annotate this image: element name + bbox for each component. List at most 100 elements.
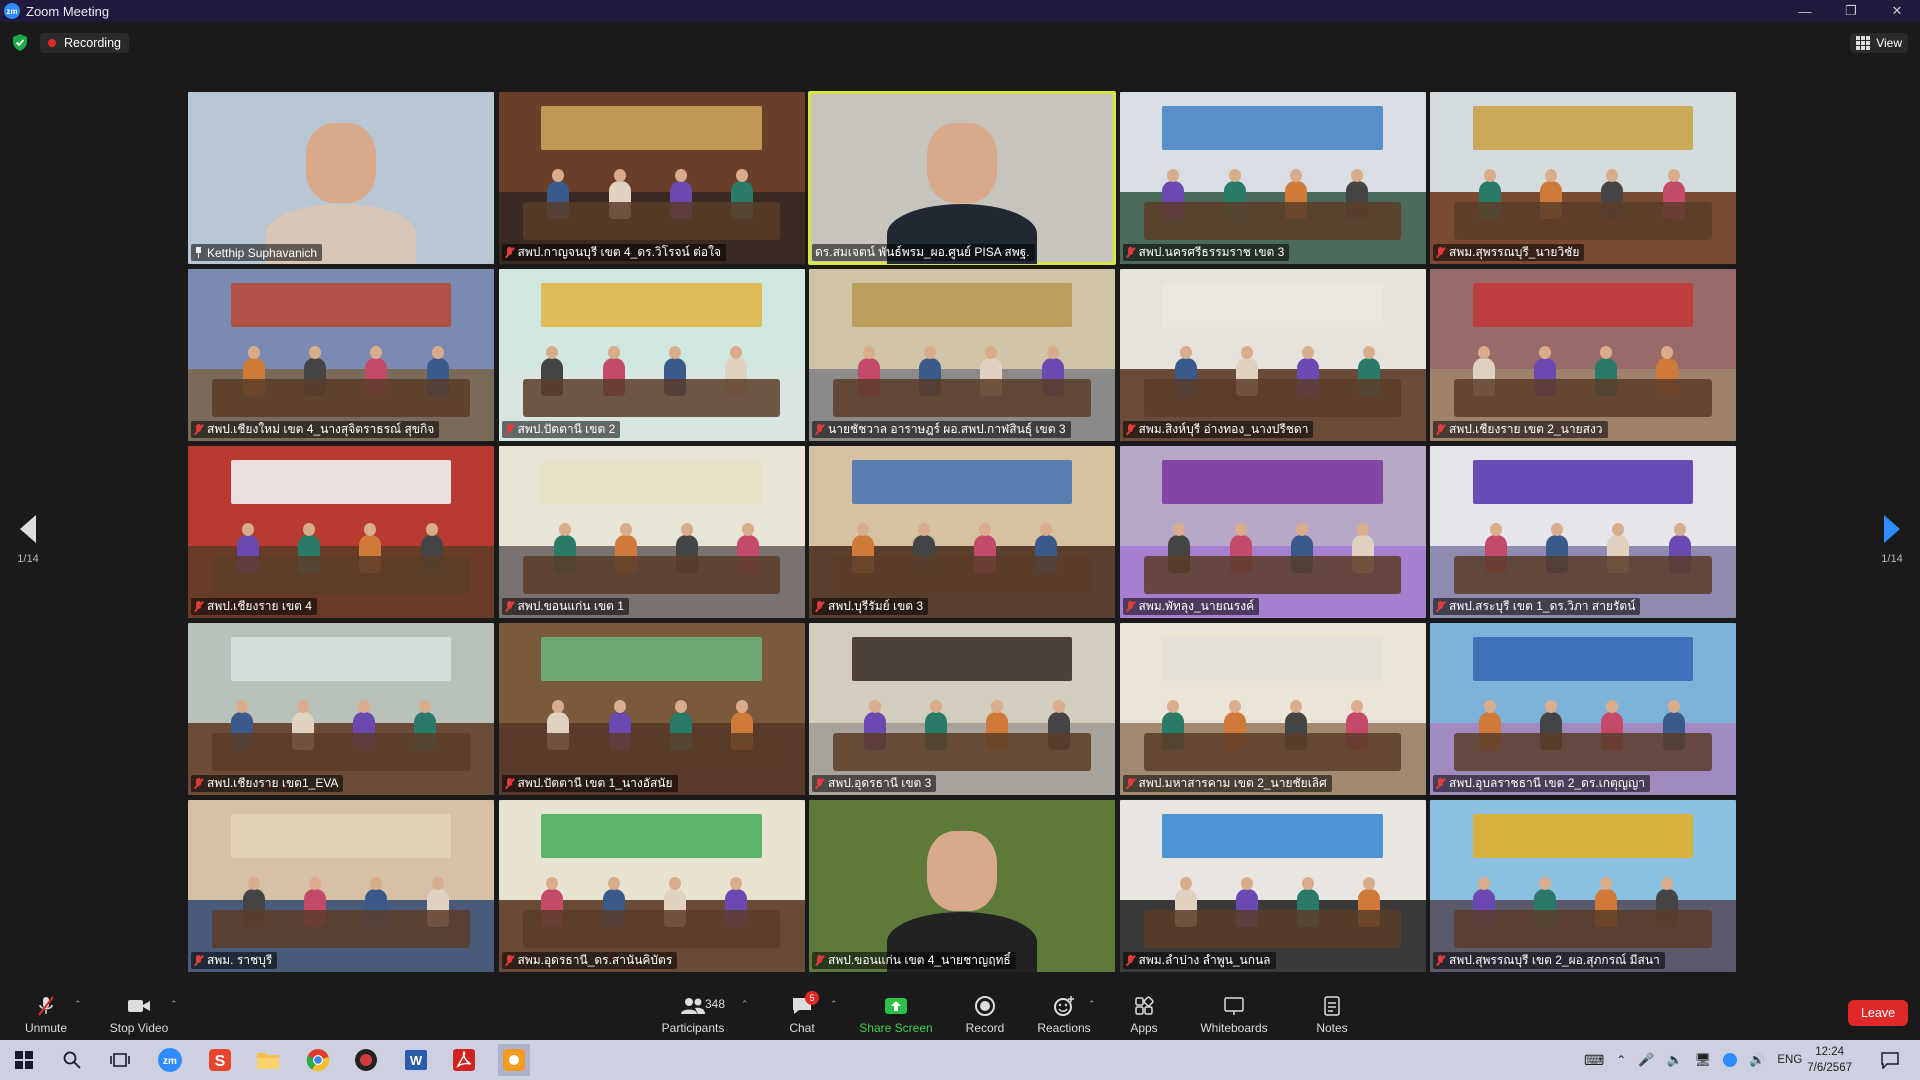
view-button[interactable]: View <box>1850 33 1908 53</box>
participant-name: สพม.ลำปาง ลำพูน_นกนล <box>1138 953 1271 967</box>
participants-caret-icon[interactable]: ⌃ <box>741 999 749 1010</box>
mic-muted-icon <box>1436 247 1445 258</box>
participant-video-tile[interactable]: ดร.สมเจตน์ พันธ์พรม_ผอ.ศูนย์ PISA สพฐ. <box>808 91 1116 265</box>
minimize-icon[interactable]: — <box>1782 0 1828 22</box>
browser-app-icon[interactable] <box>352 1046 380 1074</box>
participant-video-tile[interactable]: Ketthip Suphavanich <box>188 92 494 264</box>
participant-video-tile[interactable]: สพป.เชียงใหม่ เขต 4_นางสุจิตราธรณ์ สุขกิ… <box>188 269 494 441</box>
mic-muted-icon <box>194 778 203 789</box>
room-banner <box>541 813 762 859</box>
room-banner <box>1162 636 1383 682</box>
notifications-icon[interactable] <box>1876 1046 1904 1074</box>
participant-video-tile[interactable]: สพป.สระบุรี เขต 1_ดร.วิภา สายรัตน์ <box>1430 446 1736 618</box>
audio-options-caret-icon[interactable]: ⌃ <box>74 999 82 1010</box>
participant-name-label: สพม.พัทลุง_นายณรงค์ <box>1122 598 1260 615</box>
participant-video-tile[interactable]: สพป.มหาสารคาม เขต 2_นายชัยเลิศ <box>1119 623 1426 795</box>
meeting-table <box>522 202 781 240</box>
leave-button[interactable]: Leave <box>1848 1000 1908 1026</box>
system-clock[interactable]: 12:24 7/6/2567 <box>1807 1044 1852 1076</box>
room-banner <box>1162 813 1383 859</box>
participants-label: Participants <box>661 1021 725 1035</box>
close-icon[interactable]: ✕ <box>1874 0 1920 22</box>
meeting-table <box>1454 202 1712 240</box>
tray-chevron-icon[interactable]: ⌃ <box>1616 1053 1626 1067</box>
previous-page-button[interactable]: 1/14 <box>8 515 48 565</box>
meeting-table <box>833 733 1091 771</box>
notes-button[interactable]: Notes <box>1314 993 1350 1035</box>
meeting-table <box>1143 910 1402 948</box>
participant-video-tile[interactable]: สพม. ราชบุรี <box>188 800 494 972</box>
app-s-taskbar-icon[interactable]: S <box>206 1046 234 1074</box>
restore-icon[interactable]: ❐ <box>1828 0 1874 22</box>
participant-video-tile[interactable]: สพป.นครศรีธรรมราช เขต 3 <box>1119 92 1426 264</box>
participant-name-label: นายชัชวาล อาราษฎร์ ผอ.สพป.กาฬสินธุ์ เขต … <box>812 421 1071 438</box>
clock-time: 12:24 <box>1815 1046 1844 1058</box>
file-explorer-icon[interactable] <box>254 1046 282 1074</box>
participant-video-tile[interactable]: สพป.สุพรรณบุรี เขต 2_ผอ.สุภกรณ์ มีสนา <box>1430 800 1736 972</box>
participants-button[interactable]: 348 Participants <box>660 993 726 1035</box>
unmute-button[interactable]: Unmute <box>20 993 72 1035</box>
participant-video-tile[interactable]: สพป.เชียงราย เขต 2_นายสงว <box>1430 269 1736 441</box>
participant-video-tile[interactable]: สพป.ขอนแก่น เขต 4_นายชาญฤทธิ์ <box>809 800 1115 972</box>
word-icon[interactable]: W <box>402 1046 430 1074</box>
meeting-table <box>522 379 781 417</box>
participant-name: สพป.ขอนแก่น เขต 4_นายชาญฤทธิ์ <box>828 953 1011 967</box>
svg-text:zm: zm <box>163 1056 177 1067</box>
acrobat-icon[interactable] <box>450 1046 478 1074</box>
participant-video-tile[interactable]: สพม.สุพรรณบุรี_นายวิชัย <box>1430 92 1736 264</box>
next-page-button[interactable]: 1/14 <box>1872 515 1912 565</box>
apps-button[interactable]: Apps <box>1128 993 1160 1035</box>
participant-video-tile[interactable]: สพป.อุบลราชธานี เขต 2_ดร.เกตุญญา <box>1430 623 1736 795</box>
participant-video-tile[interactable]: สพป.บุรีรัมย์ เขต 3 <box>809 446 1115 618</box>
encryption-shield-icon[interactable] <box>12 34 28 51</box>
speaker-tray-icon[interactable]: 🔈 <box>1666 1052 1682 1068</box>
zoom-tray-icon[interactable] <box>1723 1053 1738 1067</box>
participant-video-tile[interactable]: สพป.เชียงราย เขต1_EVA <box>188 623 494 795</box>
participant-video-tile[interactable]: สพป.ปัตตานี เขต 2 <box>498 269 805 441</box>
participant-video-tile[interactable]: สพป.ปัตตานี เขต 1_นางอัสนัย <box>498 623 805 795</box>
participant-name: สพป.เชียงราย เขต 4 <box>207 599 312 613</box>
participant-video-tile[interactable]: สพม.ลำปาง ลำพูน_นกนล <box>1119 800 1426 972</box>
participant-name-label: สพป.สุพรรณบุรี เขต 2_ผอ.สุภกรณ์ มีสนา <box>1433 952 1665 969</box>
zoom-taskbar-icon[interactable]: zm <box>156 1046 184 1074</box>
video-options-caret-icon[interactable]: ⌃ <box>170 999 178 1010</box>
participant-video-tile[interactable]: สพป.อุดรธานี เขต 3 <box>809 623 1115 795</box>
record-button[interactable]: Record <box>960 993 1010 1035</box>
microphone-tray-icon[interactable]: 🎤 <box>1638 1052 1654 1068</box>
participant-video-tile[interactable]: นายชัชวาล อาราษฎร์ ผอ.สพป.กาฬสินธุ์ เขต … <box>809 269 1115 441</box>
participant-video-tile[interactable]: สพม.สิงห์บุรี อ่างทอง_นางปรีชดา <box>1119 269 1426 441</box>
recording-indicator[interactable]: Recording <box>40 33 129 53</box>
participant-name-label: สพป.ขอนแก่น เขต 4_นายชาญฤทธิ์ <box>812 952 1016 969</box>
video-camera-icon <box>125 995 153 1017</box>
room-banner <box>230 636 452 682</box>
search-icon[interactable] <box>58 1046 86 1074</box>
chrome-icon[interactable] <box>304 1046 332 1074</box>
language-indicator[interactable]: ENG <box>1777 1054 1802 1066</box>
mic-muted-icon <box>194 955 203 966</box>
orange-app-icon[interactable] <box>498 1044 530 1076</box>
mic-muted-icon <box>1126 601 1135 612</box>
network-tray-icon[interactable]: 🖥 <box>1695 1052 1712 1068</box>
windows-taskbar: zm S W ⌨ ⌃ 🎤 🔈 🖥 🔊 ENG 12:24 7/6/2567 <box>0 1040 1920 1080</box>
chat-button[interactable]: 5 Chat <box>780 991 824 1035</box>
participant-name: สพป.กาญจนบุรี เขต 4_ดร.วิโรจน์ ต่อใจ <box>517 245 721 259</box>
participant-name-label: สพป.กาญจนบุรี เขต 4_ดร.วิโรจน์ ต่อใจ <box>501 244 726 261</box>
keyboard-icon[interactable]: ⌨ <box>1584 1052 1604 1069</box>
share-screen-button[interactable]: Share Screen <box>858 993 934 1035</box>
reactions-caret-icon[interactable]: ⌃ <box>1088 999 1096 1010</box>
stop-video-button[interactable]: Stop Video <box>106 993 172 1035</box>
windows-start-icon[interactable] <box>10 1046 38 1074</box>
participant-video-tile[interactable]: สพม.พัทลุง_นายณรงค์ <box>1119 446 1426 618</box>
chat-label: Chat <box>789 1021 815 1035</box>
participant-video-tile[interactable]: สพป.ขอนแก่น เขต 1 <box>498 446 805 618</box>
participant-video-tile[interactable]: สพป.เชียงราย เขต 4 <box>188 446 494 618</box>
chat-caret-icon[interactable]: ⌃ <box>830 999 838 1010</box>
reactions-button[interactable]: Reactions <box>1036 993 1092 1035</box>
volume-tray-icon[interactable]: 🔊 <box>1749 1052 1765 1068</box>
participant-video-tile[interactable]: สพม.อุดรธานี_ดร.สานันคิบัตร <box>498 800 805 972</box>
mic-muted-icon <box>815 955 824 966</box>
task-view-icon[interactable] <box>106 1046 134 1074</box>
mic-muted-icon <box>1126 955 1135 966</box>
whiteboards-button[interactable]: Whiteboards <box>1198 993 1270 1035</box>
participant-video-tile[interactable]: สพป.กาญจนบุรี เขต 4_ดร.วิโรจน์ ต่อใจ <box>498 92 805 264</box>
